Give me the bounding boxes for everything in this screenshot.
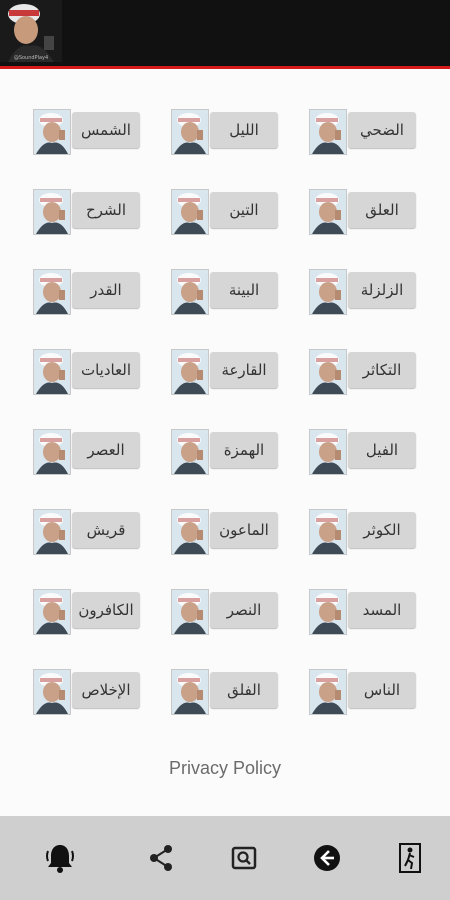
reciter-thumbnail[interactable]	[309, 669, 347, 715]
surah-button[interactable]: الشمس	[72, 112, 140, 148]
reciter-thumbnail[interactable]	[309, 429, 347, 475]
surah-button[interactable]: البينة	[210, 272, 278, 308]
share-button[interactable]	[139, 836, 183, 880]
bell-icon	[46, 845, 74, 873]
surah-item[interactable]: الماعون	[171, 509, 296, 557]
surah-item[interactable]: الهمزة	[171, 429, 296, 477]
surah-item[interactable]: الزلزلة	[309, 269, 434, 317]
surah-button[interactable]: الناس	[348, 672, 416, 708]
surah-button[interactable]: الإخلاص	[72, 672, 140, 708]
surah-button[interactable]: النصر	[210, 592, 278, 628]
reciter-thumbnail[interactable]	[33, 349, 71, 395]
surah-button[interactable]: القدر	[72, 272, 140, 308]
surah-item[interactable]: الفيل	[309, 429, 434, 477]
reciter-thumbnail[interactable]	[171, 669, 209, 715]
reciter-thumbnail[interactable]	[309, 589, 347, 635]
surah-item[interactable]: الليل	[171, 109, 296, 157]
reciter-thumbnail[interactable]	[171, 349, 209, 395]
surah-button[interactable]: قريش	[72, 512, 140, 548]
surah-item[interactable]: الكوثر	[309, 509, 434, 557]
surah-item[interactable]: الناس	[309, 669, 434, 717]
top-bar: @SoundPlay4	[0, 0, 450, 69]
surah-item[interactable]: التكاثر	[309, 349, 434, 397]
search-icon	[231, 846, 257, 870]
share-icon	[150, 845, 172, 871]
surah-button[interactable]: الفيل	[348, 432, 416, 468]
svg-text:@SoundPlay4: @SoundPlay4	[14, 55, 48, 61]
surah-item[interactable]: الفلق	[171, 669, 296, 717]
reciter-thumbnail[interactable]	[309, 109, 347, 155]
surah-item[interactable]: الإخلاص	[33, 669, 158, 717]
reciter-thumbnail[interactable]	[171, 109, 209, 155]
reciter-thumbnail[interactable]	[33, 589, 71, 635]
surah-list: الضحي الليل الشمس العلق التين الشرح الزل…	[0, 69, 450, 816]
surah-item[interactable]: قريش	[33, 509, 158, 557]
surah-item[interactable]: المسد	[309, 589, 434, 637]
surah-button[interactable]: الضحي	[348, 112, 416, 148]
back-icon	[314, 845, 340, 871]
exit-icon	[399, 843, 421, 873]
reciter-thumbnail[interactable]	[33, 429, 71, 475]
surah-item[interactable]: القارعة	[171, 349, 296, 397]
surah-item[interactable]: العاديات	[33, 349, 158, 397]
surah-item[interactable]: الشرح	[33, 189, 158, 237]
reciter-thumbnail[interactable]	[33, 509, 71, 555]
surah-item[interactable]: التين	[171, 189, 296, 237]
reciter-thumbnail[interactable]	[33, 109, 71, 155]
surah-button[interactable]: الكافرون	[72, 592, 140, 628]
surah-item[interactable]: الضحي	[309, 109, 434, 157]
surah-button[interactable]: القارعة	[210, 352, 278, 388]
exit-button[interactable]	[388, 836, 432, 880]
reciter-thumbnail[interactable]	[309, 509, 347, 555]
reciter-avatar: @SoundPlay4	[0, 0, 62, 62]
privacy-policy-link[interactable]: Privacy Policy	[0, 758, 450, 779]
surah-item[interactable]: البينة	[171, 269, 296, 317]
reciter-thumbnail[interactable]	[33, 189, 71, 235]
reciter-thumbnail[interactable]	[171, 269, 209, 315]
notification-button[interactable]	[38, 836, 82, 880]
surah-button[interactable]: الشرح	[72, 192, 140, 228]
surah-button[interactable]: المسد	[348, 592, 416, 628]
reciter-thumbnail[interactable]	[309, 189, 347, 235]
surah-item[interactable]: العصر	[33, 429, 158, 477]
surah-button[interactable]: التكاثر	[348, 352, 416, 388]
search-button[interactable]	[222, 836, 266, 880]
surah-button[interactable]: الماعون	[210, 512, 278, 548]
surah-button[interactable]: الكوثر	[348, 512, 416, 548]
surah-button[interactable]: الهمزة	[210, 432, 278, 468]
reciter-thumbnail[interactable]	[309, 269, 347, 315]
clipped-row	[0, 69, 450, 73]
reciter-thumbnail[interactable]	[171, 189, 209, 235]
bottom-toolbar	[0, 816, 450, 900]
surah-button[interactable]: الفلق	[210, 672, 278, 708]
surah-button[interactable]: التين	[210, 192, 278, 228]
reciter-thumbnail[interactable]	[171, 589, 209, 635]
surah-button[interactable]: العلق	[348, 192, 416, 228]
surah-button[interactable]: الليل	[210, 112, 278, 148]
surah-item[interactable]: القدر	[33, 269, 158, 317]
surah-item[interactable]: الكافرون	[33, 589, 158, 637]
surah-item[interactable]: العلق	[309, 189, 434, 237]
reciter-thumbnail[interactable]	[33, 669, 71, 715]
reciter-thumbnail[interactable]	[171, 509, 209, 555]
surah-item[interactable]: الشمس	[33, 109, 158, 157]
surah-button[interactable]: الزلزلة	[348, 272, 416, 308]
reciter-thumbnail[interactable]	[171, 429, 209, 475]
reciter-thumbnail[interactable]	[33, 269, 71, 315]
surah-button[interactable]: العصر	[72, 432, 140, 468]
surah-button[interactable]: العاديات	[72, 352, 140, 388]
back-button[interactable]	[305, 836, 349, 880]
surah-item[interactable]: النصر	[171, 589, 296, 637]
reciter-thumbnail[interactable]	[309, 349, 347, 395]
